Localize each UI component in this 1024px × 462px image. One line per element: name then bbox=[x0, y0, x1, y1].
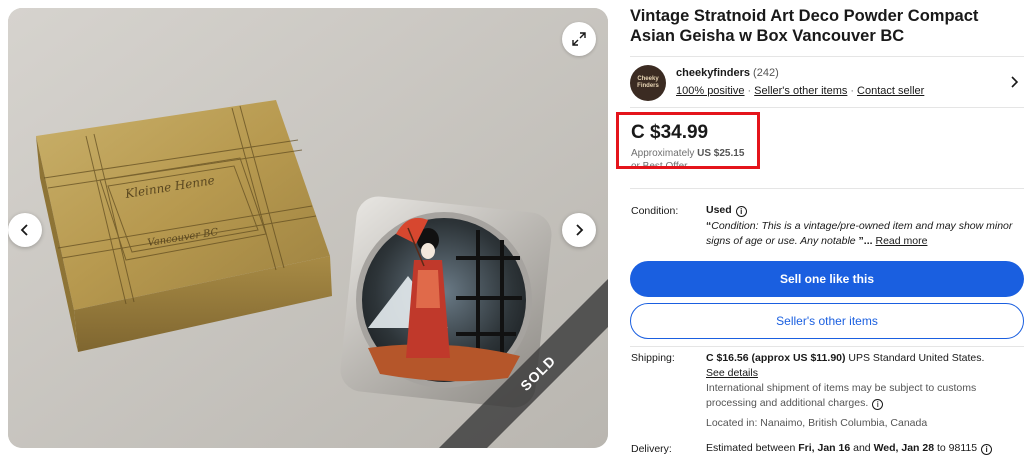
seller-name-row[interactable]: cheekyfinders (242) bbox=[676, 67, 779, 79]
seller-positive-link[interactable]: 100% positive bbox=[676, 85, 745, 97]
delivery-estimate: Estimated between Fri, Jan 16 and Wed, J… bbox=[706, 441, 1022, 456]
divider bbox=[630, 188, 1024, 189]
sellers-other-items-button[interactable]: Seller's other items bbox=[630, 303, 1024, 339]
previous-image-button[interactable] bbox=[8, 213, 42, 247]
seller-card[interactable]: Cheeky Finders cheekyfinders (242) 100% … bbox=[630, 56, 1024, 108]
see-details-row: See details bbox=[706, 366, 1022, 381]
listing-info: Vintage Stratnoid Art Deco Powder Compac… bbox=[630, 6, 1024, 46]
item-location: Located in: Nanaimo, British Columbia, C… bbox=[706, 417, 928, 429]
chevron-left-icon bbox=[20, 224, 28, 236]
condition-label: Condition: bbox=[631, 205, 679, 217]
contact-seller-link[interactable]: Contact seller bbox=[857, 85, 924, 97]
info-icon[interactable]: i bbox=[735, 206, 747, 217]
seller-name[interactable]: cheekyfinders bbox=[676, 67, 750, 79]
chevron-right-icon bbox=[576, 224, 584, 236]
shipping-cost: C $16.56 (approx US $11.90) bbox=[706, 352, 846, 364]
expand-icon bbox=[572, 32, 586, 46]
delivery-prefix: Estimated between bbox=[706, 442, 796, 454]
listing-title: Vintage Stratnoid Art Deco Powder Compac… bbox=[630, 7, 979, 45]
international-note: International shipment of items may be s… bbox=[706, 382, 977, 409]
seller-avatar[interactable]: Cheeky Finders bbox=[630, 65, 666, 101]
link-separator: · bbox=[850, 85, 855, 97]
avatar-text: Cheeky Finders bbox=[637, 76, 659, 89]
condition-value-row: Used i bbox=[706, 203, 1022, 218]
delivery-start: Fri, Jan 16 bbox=[798, 442, 851, 454]
shipping-service: UPS Standard United States. bbox=[848, 352, 985, 364]
link-separator: · bbox=[747, 85, 752, 97]
delivery-and: and bbox=[853, 442, 871, 454]
shipping-cost-row: C $16.56 (approx US $11.90) UPS Standard… bbox=[706, 351, 1022, 366]
international-note-row: International shipment of items may be s… bbox=[706, 381, 996, 411]
seller-links: 100% positive · Seller's other items · Conta… bbox=[676, 85, 924, 97]
condition-value: Used bbox=[706, 204, 732, 216]
delivery-end: Wed, Jan 28 bbox=[873, 442, 935, 454]
price-highlight-box bbox=[616, 112, 760, 169]
divider bbox=[630, 346, 1024, 347]
info-icon[interactable]: i bbox=[872, 399, 884, 410]
condition-description: “Condition: This is a vintage/pre-owned … bbox=[706, 219, 1022, 249]
expand-image-button[interactable] bbox=[562, 22, 596, 56]
quote-close: ”... bbox=[858, 235, 873, 247]
see-details-link[interactable]: See details bbox=[706, 367, 758, 379]
sell-one-like-this-button[interactable]: Sell one like this bbox=[630, 261, 1024, 297]
image-gallery[interactable]: Kleinne Henne Vancouver BC SOLD bbox=[8, 8, 608, 448]
info-icon[interactable]: i bbox=[981, 444, 993, 455]
delivery-label: Delivery: bbox=[631, 443, 672, 455]
next-image-button[interactable] bbox=[562, 213, 596, 247]
delivery-to: to 98115 bbox=[936, 442, 978, 454]
seller-other-items-link[interactable]: Seller's other items bbox=[754, 85, 847, 97]
chevron-right-icon[interactable] bbox=[1008, 75, 1020, 89]
read-more-link[interactable]: Read more bbox=[875, 235, 927, 247]
shipping-label: Shipping: bbox=[631, 352, 675, 364]
seller-feedback-count: (242) bbox=[753, 67, 779, 79]
